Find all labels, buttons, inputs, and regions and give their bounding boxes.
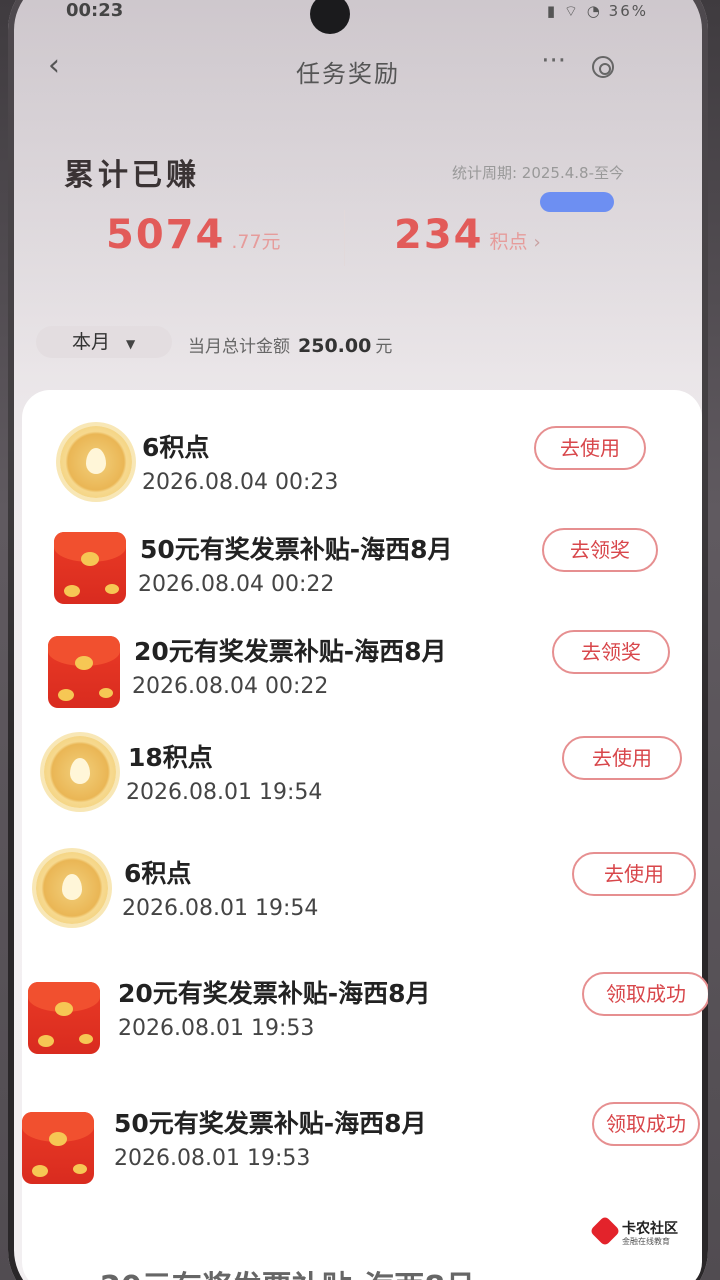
battery-level: 36%	[608, 2, 648, 20]
record-date: 2026.08.04 00:23	[142, 470, 339, 495]
red-envelope-icon	[48, 636, 120, 708]
points-value: 234	[394, 212, 484, 258]
watermark-name: 卡农社区	[622, 1221, 678, 1237]
record-title: 50元有奖发票补贴-海西8月	[114, 1109, 427, 1138]
list-item: 18积点 2026.08.01 19:54 去使用	[22, 736, 702, 826]
points-badge	[540, 192, 614, 212]
red-envelope-icon	[28, 982, 100, 1054]
record-date: 2026.08.01 19:53	[118, 1016, 315, 1041]
month-total-unit: 元	[375, 337, 393, 357]
red-envelope-icon	[22, 1112, 94, 1184]
total-money: 5074.77元	[106, 212, 281, 258]
phone-screen: 00:23 ▮ ⌔ ◔ 36% ‹ 任务奖励 ··· 累计已赚 统计周期: 20…	[8, 0, 708, 1280]
coin-icon	[36, 852, 108, 924]
list-item: 6积点 2026.08.01 19:54 去使用	[22, 852, 702, 942]
watermark-subtitle: 金融在线教育	[622, 1237, 670, 1246]
summary-divider	[344, 210, 345, 266]
record-date: 2026.08.01 19:53	[114, 1146, 311, 1171]
claimed-button[interactable]: 领取成功	[592, 1102, 700, 1146]
list-item: 20元有奖发票补贴-海西8月 2026.08.04 00:22 去领奖	[22, 630, 702, 720]
month-label: 本月	[72, 331, 111, 353]
watermark: 卡农社区 金融在线教育	[589, 1215, 714, 1250]
filter-row: 本月 ▼ 当月总计金额 250.00 元	[36, 326, 636, 360]
caret-down-icon: ▼	[126, 337, 136, 351]
month-total-value: 250.00	[298, 335, 372, 357]
claim-button[interactable]: 去领奖	[552, 630, 670, 674]
list-item: 50元有奖发票补贴-海西8月 2026.08.01 19:53 领取成功	[22, 1102, 702, 1192]
claimed-button[interactable]: 领取成功	[582, 972, 708, 1016]
list-item: 6积点 2026.08.04 00:23 去使用	[22, 426, 702, 516]
total-points[interactable]: 234 积点 ›	[394, 212, 541, 258]
partial-list-item: 20元有奖发票补贴-海西8月	[100, 1262, 475, 1280]
nav-bar: ‹ 任务奖励 ···	[38, 44, 658, 94]
record-title: 50元有奖发票补贴-海西8月	[140, 535, 453, 564]
record-date: 2026.08.01 19:54	[126, 780, 323, 805]
summary-period: 统计周期: 2025.4.8-至今	[451, 164, 624, 182]
record-title: 20元有奖发票补贴-海西8月	[118, 979, 431, 1008]
record-title: 6积点	[124, 859, 192, 888]
status-icons: ▮ ⌔ ◔ 36%	[546, 2, 648, 20]
status-time: 00:23	[66, 0, 124, 21]
record-date: 2026.08.04 00:22	[132, 674, 329, 699]
records-list: 6积点 2026.08.04 00:23 去使用 50元有奖发票补贴-海西8月 …	[22, 390, 708, 1280]
record-title: 18积点	[128, 743, 213, 772]
claim-button[interactable]: 去领奖	[542, 528, 658, 572]
earnings-summary: 累计已赚 统计周期: 2025.4.8-至今 5074.77元 234 积点 ›	[64, 150, 624, 280]
coin-icon	[44, 736, 116, 808]
coin-icon	[60, 426, 132, 498]
month-total-label: 当月总计金额	[188, 337, 290, 357]
use-button[interactable]: 去使用	[562, 736, 682, 780]
target-icon[interactable]	[592, 56, 614, 78]
record-date: 2026.08.01 19:54	[122, 896, 319, 921]
watermark-logo-icon	[589, 1215, 621, 1247]
month-total: 当月总计金额 250.00 元	[188, 332, 392, 357]
points-unit: 积点	[489, 231, 528, 253]
record-title: 20元有奖发票补贴-海西8月	[134, 637, 447, 666]
money-decimal: .77元	[231, 231, 281, 253]
use-button[interactable]: 去使用	[534, 426, 646, 470]
record-title: 6积点	[142, 433, 210, 462]
month-dropdown[interactable]: 本月 ▼	[36, 326, 172, 358]
use-button[interactable]: 去使用	[572, 852, 696, 896]
summary-title: 累计已赚	[64, 158, 200, 193]
list-item: 50元有奖发票补贴-海西8月 2026.08.04 00:22 去领奖	[22, 528, 702, 618]
red-envelope-icon	[54, 532, 126, 604]
status-bar: 00:23 ▮ ⌔ ◔ 36%	[58, 0, 658, 30]
chevron-right-icon: ›	[533, 232, 541, 253]
money-integer: 5074	[106, 212, 226, 258]
record-date: 2026.08.04 00:22	[138, 572, 335, 597]
list-item: 20元有奖发票补贴-海西8月 2026.08.01 19:53 领取成功	[22, 972, 708, 1062]
more-button[interactable]: ···	[541, 46, 566, 76]
